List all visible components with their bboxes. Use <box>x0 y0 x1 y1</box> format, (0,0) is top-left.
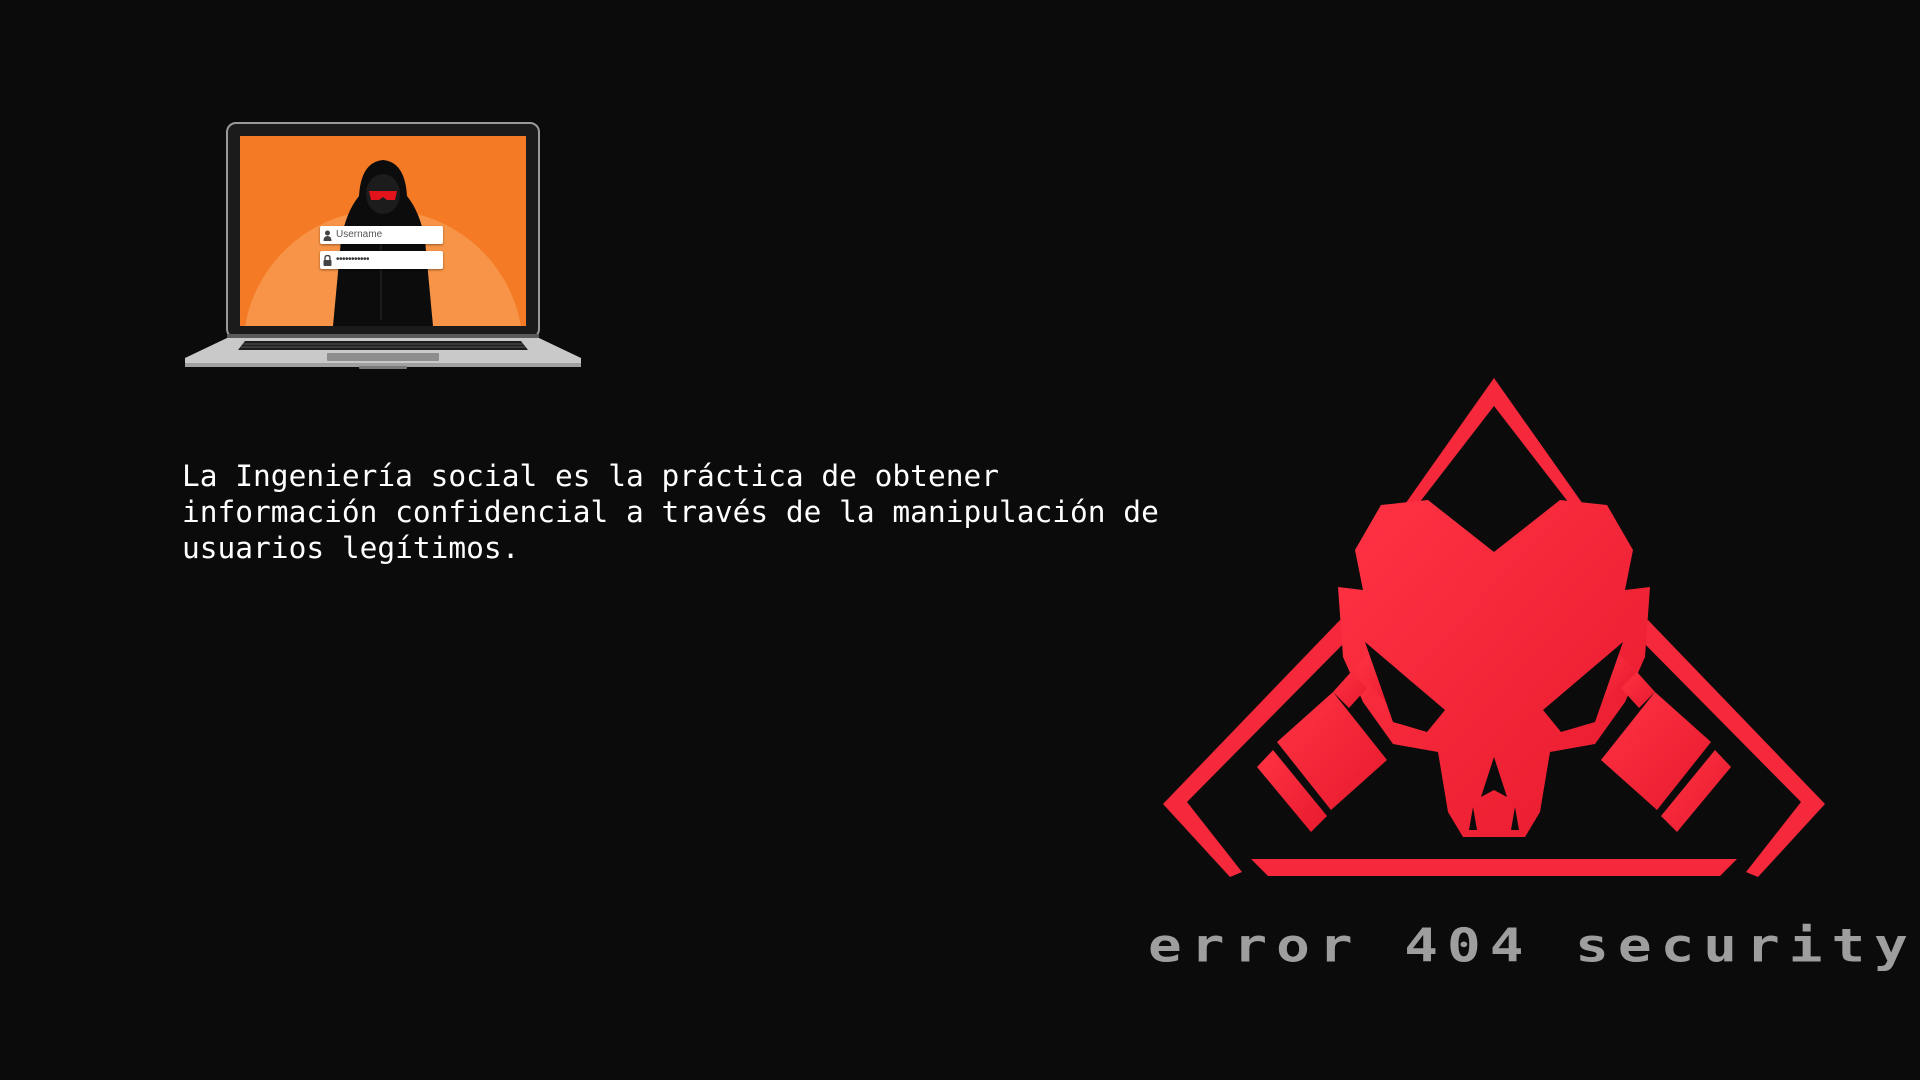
user-icon <box>320 226 334 244</box>
password-field-illustration: ••••••••••• <box>320 251 443 269</box>
social-engineering-description: La Ingeniería social es la práctica de o… <box>182 459 1159 565</box>
lock-icon <box>320 251 334 269</box>
password-mask: ••••••••••• <box>336 254 370 265</box>
laptop-graphic <box>185 122 581 369</box>
username-placeholder: Username <box>336 229 383 240</box>
username-field-illustration: Username <box>320 226 443 244</box>
gas-mask-skull-triangle-icon <box>1155 372 1835 912</box>
brand-name: error 404 security <box>1148 919 1917 973</box>
laptop-illustration: Username ••••••••••• <box>183 120 583 370</box>
slide: Username ••••••••••• La Ingeniería socia… <box>0 0 1920 1080</box>
